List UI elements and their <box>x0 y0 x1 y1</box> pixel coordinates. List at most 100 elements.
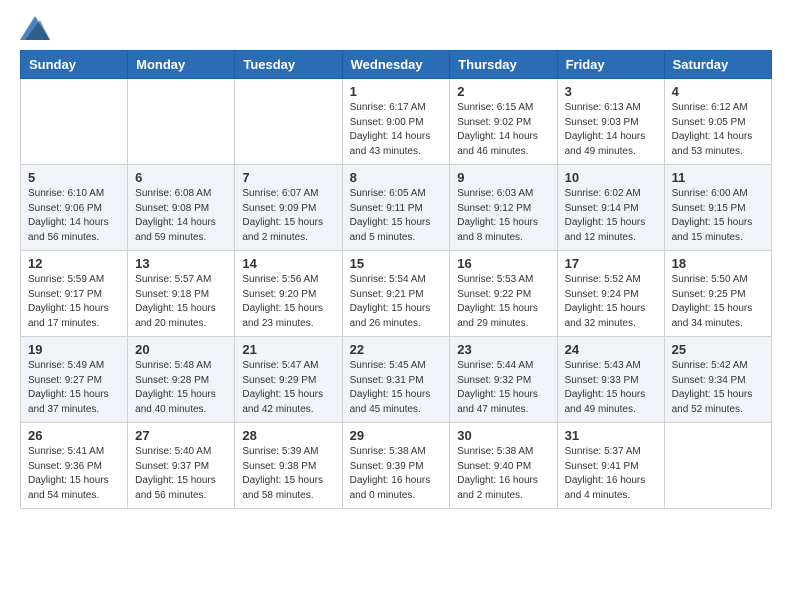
calendar-week-row: 26 Sunrise: 5:41 AM Sunset: 9:36 PM Dayli… <box>21 423 772 509</box>
calendar-cell: 16 Sunrise: 5:53 AM Sunset: 9:22 PM Dayli… <box>450 251 557 337</box>
calendar-cell: 10 Sunrise: 6:02 AM Sunset: 9:14 PM Dayli… <box>557 165 664 251</box>
day-number: 5 <box>28 170 120 185</box>
day-info: Sunrise: 6:15 AM Sunset: 9:02 PM Dayligh… <box>457 101 549 159</box>
day-info: Sunrise: 5:57 AM Sunset: 9:18 PM Dayligh… <box>135 273 227 331</box>
day-number: 12 <box>28 256 120 271</box>
logo-icon <box>20 16 50 40</box>
day-info: Sunrise: 5:37 AM Sunset: 9:41 PM Dayligh… <box>565 445 657 503</box>
calendar-table: SundayMondayTuesdayWednesdayThursdayFrid… <box>20 50 772 509</box>
day-number: 15 <box>350 256 443 271</box>
day-info: Sunrise: 6:08 AM Sunset: 9:08 PM Dayligh… <box>135 187 227 245</box>
calendar-cell: 4 Sunrise: 6:12 AM Sunset: 9:05 PM Daylig… <box>664 79 771 165</box>
day-info: Sunrise: 5:47 AM Sunset: 9:29 PM Dayligh… <box>242 359 334 417</box>
day-number: 21 <box>242 342 334 357</box>
day-info: Sunrise: 5:48 AM Sunset: 9:28 PM Dayligh… <box>135 359 227 417</box>
day-number: 27 <box>135 428 227 443</box>
day-info: Sunrise: 6:05 AM Sunset: 9:11 PM Dayligh… <box>350 187 443 245</box>
day-info: Sunrise: 5:42 AM Sunset: 9:34 PM Dayligh… <box>672 359 764 417</box>
weekday-header-row: SundayMondayTuesdayWednesdayThursdayFrid… <box>21 51 772 79</box>
day-number: 30 <box>457 428 549 443</box>
calendar-cell: 7 Sunrise: 6:07 AM Sunset: 9:09 PM Daylig… <box>235 165 342 251</box>
day-number: 20 <box>135 342 227 357</box>
header <box>20 16 772 40</box>
day-number: 25 <box>672 342 764 357</box>
day-number: 9 <box>457 170 549 185</box>
calendar-cell <box>235 79 342 165</box>
calendar-cell: 3Sunrise: 6:13 AM Sunset: 9:03 PM Daylig… <box>557 79 664 165</box>
weekday-header-wednesday: Wednesday <box>342 51 450 79</box>
calendar-cell: 5Sunrise: 6:10 AM Sunset: 9:06 PM Daylig… <box>21 165 128 251</box>
day-info: Sunrise: 5:41 AM Sunset: 9:36 PM Dayligh… <box>28 445 120 503</box>
day-number: 24 <box>565 342 657 357</box>
calendar-week-row: 1 Sunrise: 6:17 AM Sunset: 9:00 PM Daylig… <box>21 79 772 165</box>
calendar-cell: 11Sunrise: 6:00 AM Sunset: 9:15 PM Dayli… <box>664 165 771 251</box>
day-number: 18 <box>672 256 764 271</box>
day-info: Sunrise: 5:44 AM Sunset: 9:32 PM Dayligh… <box>457 359 549 417</box>
weekday-header-saturday: Saturday <box>664 51 771 79</box>
calendar-cell: 30 Sunrise: 5:38 AM Sunset: 9:40 PM Dayli… <box>450 423 557 509</box>
day-number: 29 <box>350 428 443 443</box>
day-info: Sunrise: 5:54 AM Sunset: 9:21 PM Dayligh… <box>350 273 443 331</box>
day-number: 4 <box>672 84 764 99</box>
calendar-cell: 19 Sunrise: 5:49 AM Sunset: 9:27 PM Dayli… <box>21 337 128 423</box>
calendar-cell: 18 Sunrise: 5:50 AM Sunset: 9:25 PM Dayli… <box>664 251 771 337</box>
calendar-cell: 29 Sunrise: 5:38 AM Sunset: 9:39 PM Dayli… <box>342 423 450 509</box>
day-number: 28 <box>242 428 334 443</box>
calendar-cell: 21 Sunrise: 5:47 AM Sunset: 9:29 PM Dayli… <box>235 337 342 423</box>
calendar-cell: 22Sunrise: 5:45 AM Sunset: 9:31 PM Dayli… <box>342 337 450 423</box>
weekday-header-monday: Monday <box>128 51 235 79</box>
day-number: 14 <box>242 256 334 271</box>
calendar-cell: 1 Sunrise: 6:17 AM Sunset: 9:00 PM Daylig… <box>342 79 450 165</box>
calendar-cell <box>664 423 771 509</box>
day-info: Sunrise: 5:45 AM Sunset: 9:31 PM Dayligh… <box>350 359 443 417</box>
calendar-cell: 23Sunrise: 5:44 AM Sunset: 9:32 PM Dayli… <box>450 337 557 423</box>
day-number: 1 <box>350 84 443 99</box>
weekday-header-tuesday: Tuesday <box>235 51 342 79</box>
calendar-cell: 28 Sunrise: 5:39 AM Sunset: 9:38 PM Dayli… <box>235 423 342 509</box>
day-info: Sunrise: 5:49 AM Sunset: 9:27 PM Dayligh… <box>28 359 120 417</box>
logo <box>20 16 54 40</box>
calendar-cell <box>128 79 235 165</box>
calendar-cell: 27 Sunrise: 5:40 AM Sunset: 9:37 PM Dayli… <box>128 423 235 509</box>
day-number: 8 <box>350 170 443 185</box>
day-number: 7 <box>242 170 334 185</box>
day-info: Sunrise: 6:02 AM Sunset: 9:14 PM Dayligh… <box>565 187 657 245</box>
calendar-week-row: 12 Sunrise: 5:59 AM Sunset: 9:17 PM Dayli… <box>21 251 772 337</box>
calendar-cell: 15 Sunrise: 5:54 AM Sunset: 9:21 PM Dayli… <box>342 251 450 337</box>
day-info: Sunrise: 6:12 AM Sunset: 9:05 PM Dayligh… <box>672 101 764 159</box>
weekday-header-friday: Friday <box>557 51 664 79</box>
day-info: Sunrise: 6:13 AM Sunset: 9:03 PM Dayligh… <box>565 101 657 159</box>
day-info: Sunrise: 5:40 AM Sunset: 9:37 PM Dayligh… <box>135 445 227 503</box>
day-info: Sunrise: 6:17 AM Sunset: 9:00 PM Dayligh… <box>350 101 443 159</box>
day-info: Sunrise: 5:53 AM Sunset: 9:22 PM Dayligh… <box>457 273 549 331</box>
calendar-cell: 2 Sunrise: 6:15 AM Sunset: 9:02 PM Daylig… <box>450 79 557 165</box>
day-info: Sunrise: 5:52 AM Sunset: 9:24 PM Dayligh… <box>565 273 657 331</box>
day-info: Sunrise: 5:50 AM Sunset: 9:25 PM Dayligh… <box>672 273 764 331</box>
day-info: Sunrise: 5:39 AM Sunset: 9:38 PM Dayligh… <box>242 445 334 503</box>
day-info: Sunrise: 5:38 AM Sunset: 9:39 PM Dayligh… <box>350 445 443 503</box>
day-number: 19 <box>28 342 120 357</box>
calendar-cell: 31 Sunrise: 5:37 AM Sunset: 9:41 PM Dayli… <box>557 423 664 509</box>
calendar-cell: 20 Sunrise: 5:48 AM Sunset: 9:28 PM Dayli… <box>128 337 235 423</box>
day-info: Sunrise: 5:59 AM Sunset: 9:17 PM Dayligh… <box>28 273 120 331</box>
day-number: 17 <box>565 256 657 271</box>
day-number: 26 <box>28 428 120 443</box>
day-number: 31 <box>565 428 657 443</box>
day-number: 10 <box>565 170 657 185</box>
calendar-week-row: 19 Sunrise: 5:49 AM Sunset: 9:27 PM Dayli… <box>21 337 772 423</box>
calendar-header: SundayMondayTuesdayWednesdayThursdayFrid… <box>21 51 772 79</box>
day-number: 11 <box>672 170 764 185</box>
day-info: Sunrise: 5:56 AM Sunset: 9:20 PM Dayligh… <box>242 273 334 331</box>
day-info: Sunrise: 6:07 AM Sunset: 9:09 PM Dayligh… <box>242 187 334 245</box>
day-number: 2 <box>457 84 549 99</box>
day-number: 6 <box>135 170 227 185</box>
calendar-cell: 14 Sunrise: 5:56 AM Sunset: 9:20 PM Dayli… <box>235 251 342 337</box>
day-info: Sunrise: 6:03 AM Sunset: 9:12 PM Dayligh… <box>457 187 549 245</box>
calendar-cell: 24Sunrise: 5:43 AM Sunset: 9:33 PM Dayli… <box>557 337 664 423</box>
calendar-week-row: 5Sunrise: 6:10 AM Sunset: 9:06 PM Daylig… <box>21 165 772 251</box>
calendar-cell: 12 Sunrise: 5:59 AM Sunset: 9:17 PM Dayli… <box>21 251 128 337</box>
day-info: Sunrise: 5:38 AM Sunset: 9:40 PM Dayligh… <box>457 445 549 503</box>
day-number: 16 <box>457 256 549 271</box>
day-number: 13 <box>135 256 227 271</box>
weekday-header-thursday: Thursday <box>450 51 557 79</box>
